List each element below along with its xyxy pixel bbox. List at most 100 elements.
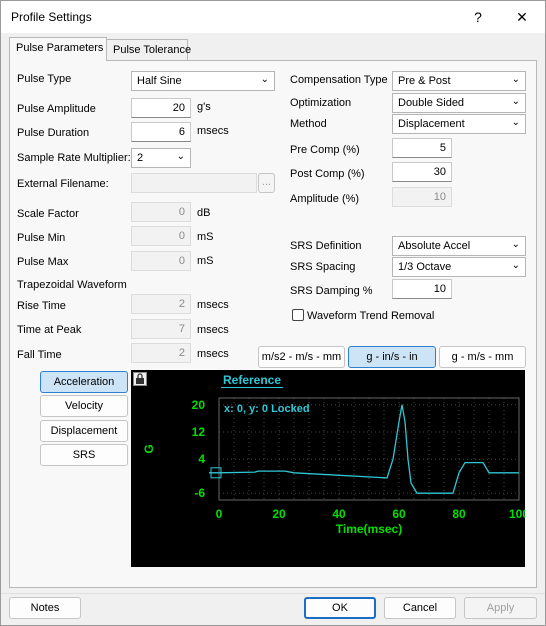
post-comp-label: Post Comp (%) [290, 168, 365, 180]
velocity-view-button[interactable]: Velocity [40, 395, 128, 417]
external-filename-label: External Filename: [17, 178, 109, 190]
close-button[interactable]: ✕ [507, 5, 537, 29]
pre-comp-input[interactable]: 5 [392, 138, 452, 158]
scale-factor-input[interactable]: 0 [131, 202, 191, 222]
y-tick-label: 4 [198, 452, 205, 466]
chevron-down-icon: ⌄ [176, 151, 185, 162]
srs-spacing-select[interactable]: 1/3 Octave ⌄ [392, 257, 526, 277]
amplitude-input[interactable]: 10 [392, 187, 452, 207]
time-at-peak-unit: msecs [197, 324, 229, 336]
sample-rate-select[interactable]: 2 ⌄ [131, 148, 191, 168]
pulse-min-input[interactable]: 0 [131, 226, 191, 246]
x-tick-label: 60 [392, 507, 406, 521]
pulse-amplitude-label: Pulse Amplitude [17, 103, 96, 115]
srs-definition-value: Absolute Accel [398, 240, 471, 252]
help-button[interactable]: ? [463, 5, 493, 29]
reference-label: Reference [221, 373, 284, 388]
x-axis-label: Time(msec) [336, 522, 402, 536]
pulse-duration-label: Pulse Duration [17, 127, 90, 139]
srs-definition-select[interactable]: Absolute Accel ⌄ [392, 236, 526, 256]
chevron-down-icon: ⌄ [511, 74, 520, 85]
title-bar: Profile Settings ? ✕ [1, 1, 545, 33]
ok-button[interactable]: OK [304, 597, 376, 619]
units-g-mm-button[interactable]: g - m/s - mm [439, 346, 526, 368]
srs-definition-label: SRS Definition [290, 240, 362, 252]
amplitude-label: Amplitude (%) [290, 193, 360, 205]
scale-factor-label: Scale Factor [17, 208, 79, 220]
pulse-duration-unit: msecs [197, 125, 229, 137]
srs-spacing-label: SRS Spacing [290, 261, 356, 273]
fall-time-label: Fall Time [17, 349, 62, 361]
apply-button[interactable]: Apply [464, 597, 537, 619]
time-at-peak-label: Time at Peak [17, 324, 82, 336]
srs-damping-input[interactable]: 10 [392, 279, 452, 299]
scale-factor-unit: dB [197, 207, 211, 219]
trapezoidal-heading: Trapezoidal Waveform [17, 279, 127, 291]
y-axis-label: G [142, 444, 156, 453]
external-filename-input[interactable] [131, 173, 257, 193]
srs-damping-label: SRS Damping % [290, 285, 373, 297]
pulse-type-value: Half Sine [137, 75, 182, 87]
chevron-down-icon: ⌄ [511, 117, 520, 128]
displacement-view-button[interactable]: Displacement [40, 420, 128, 442]
y-tick-label: 20 [192, 398, 206, 412]
optimization-value: Double Sided [398, 97, 465, 109]
x-tick-label: 100 [509, 507, 525, 521]
chevron-down-icon: ⌄ [260, 74, 269, 85]
pulse-type-label: Pulse Type [17, 73, 72, 85]
pulse-type-select[interactable]: Half Sine ⌄ [131, 71, 275, 91]
fall-time-unit: msecs [197, 348, 229, 360]
pulse-max-input[interactable]: 0 [131, 251, 191, 271]
chevron-down-icon: ⌄ [511, 260, 520, 271]
y-tick-label: -6 [194, 486, 205, 500]
x-tick-label: 80 [452, 507, 466, 521]
window-title: Profile Settings [11, 10, 92, 24]
cursor-readout: x: 0, y: 0 Locked [224, 403, 310, 415]
tab-pulse-tolerance[interactable]: Pulse Tolerance [106, 39, 191, 61]
rise-time-label: Rise Time [17, 300, 66, 312]
method-select[interactable]: Displacement ⌄ [392, 114, 526, 134]
method-label: Method [290, 118, 327, 130]
sample-rate-value: 2 [137, 152, 144, 164]
srs-spacing-value: 1/3 Octave [398, 261, 452, 273]
x-tick-label: 20 [272, 507, 286, 521]
cancel-button[interactable]: Cancel [384, 597, 456, 619]
srs-view-button[interactable]: SRS [40, 444, 128, 466]
compensation-type-select[interactable]: Pre & Post ⌄ [392, 71, 526, 91]
pulse-max-label: Pulse Max [17, 256, 69, 268]
chevron-down-icon: ⌄ [511, 239, 520, 250]
acceleration-view-button[interactable]: Acceleration [40, 371, 128, 393]
rise-time-input[interactable]: 2 [131, 294, 191, 314]
x-tick-label: 40 [332, 507, 346, 521]
method-value: Displacement [398, 118, 465, 130]
time-at-peak-input[interactable]: 7 [131, 319, 191, 339]
tab-pulse-parameters[interactable]: Pulse Parameters [9, 37, 107, 61]
optimization-select[interactable]: Double Sided ⌄ [392, 93, 526, 113]
browse-button[interactable]: ... [258, 173, 275, 193]
footer-divider [1, 593, 545, 594]
sample-rate-label: Sample Rate Multiplier: [17, 152, 131, 164]
rise-time-unit: msecs [197, 299, 229, 311]
waveform-trend-removal-label: Waveform Trend Removal [307, 310, 435, 322]
notes-button[interactable]: Notes [9, 597, 81, 619]
y-tick-label: 12 [192, 425, 206, 439]
units-g-in-button[interactable]: g - in/s - in [348, 346, 436, 368]
waveform-chart: 0 20 40 60 80 100 20 12 4 -6 Time(msec) G [142, 397, 529, 536]
lock-icon[interactable] [133, 372, 147, 386]
units-metric-button[interactable]: m/s2 - m/s - mm [258, 346, 345, 368]
fall-time-input[interactable]: 2 [131, 343, 191, 363]
pulse-duration-input[interactable]: 6 [131, 122, 191, 142]
optimization-label: Optimization [290, 97, 352, 109]
pulse-amplitude-input[interactable]: 20 [131, 98, 191, 118]
compensation-type-value: Pre & Post [398, 75, 451, 87]
pulse-min-unit: mS [197, 231, 214, 243]
profile-settings-window: Profile Settings ? ✕ Pulse Parameters Pu… [0, 0, 546, 626]
pre-comp-label: Pre Comp (%) [290, 144, 360, 156]
post-comp-input[interactable]: 30 [392, 162, 452, 182]
pulse-amplitude-unit: g's [197, 101, 211, 113]
pulse-min-label: Pulse Min [17, 232, 66, 244]
waveform-trend-removal-checkbox[interactable] [292, 309, 304, 321]
waveform-plot[interactable]: 0 20 40 60 80 100 20 12 4 -6 Time(msec) G Reference… [131, 370, 529, 567]
x-tick-label: 0 [216, 507, 223, 521]
chevron-down-icon: ⌄ [511, 96, 520, 107]
